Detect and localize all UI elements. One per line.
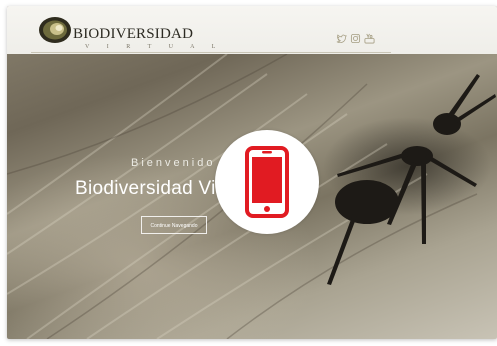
header-divider <box>31 52 391 53</box>
ant-silhouette <box>327 74 496 285</box>
screenshot-frame: BIODIVERSIDAD V I R T U A L Bienvenido a… <box>0 0 497 346</box>
hero-greeting: Bienvenido a <box>131 157 231 169</box>
instagram-icon[interactable] <box>350 33 361 44</box>
twitter-icon[interactable] <box>336 33 347 44</box>
smartphone-icon <box>245 146 289 218</box>
mobile-responsive-badge <box>215 130 319 234</box>
social-links <box>336 33 375 44</box>
brand-name[interactable]: BIODIVERSIDAD <box>73 26 193 43</box>
brand-logo-icon[interactable] <box>38 16 72 44</box>
website-preview-card: BIODIVERSIDAD V I R T U A L Bienvenido a… <box>7 6 497 339</box>
brand-subtitle: V I R T U A L <box>85 44 224 50</box>
youtube-icon[interactable] <box>364 33 375 44</box>
continue-navigating-button[interactable]: Continue Navegando <box>141 216 207 234</box>
